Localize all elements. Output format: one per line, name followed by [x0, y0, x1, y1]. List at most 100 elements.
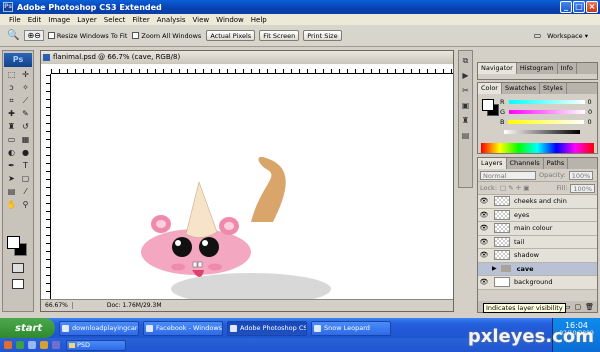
start-button[interactable]: start	[0, 318, 55, 338]
foreground-color[interactable]	[7, 236, 20, 249]
eyedropper-icon[interactable]: ⁄	[19, 186, 32, 198]
layer-row[interactable]: 👁 main colour	[478, 222, 597, 236]
task-snow-leopard[interactable]: Snow Leopard	[311, 320, 391, 336]
actions-panel-icon[interactable]: ▶	[460, 70, 471, 81]
screen-mode-icon[interactable]	[12, 279, 24, 289]
clone-source-icon[interactable]: ♜	[460, 115, 471, 126]
eye-icon[interactable]: 👁	[478, 211, 490, 219]
g-slider[interactable]	[509, 110, 586, 114]
workspace-menu[interactable]: Workspace ▾	[547, 32, 588, 40]
desktop-icon[interactable]	[28, 341, 36, 349]
tab-paths[interactable]: Paths	[544, 158, 569, 169]
layer-row[interactable]: 👁 tail	[478, 235, 597, 249]
eye-icon[interactable]: 👁	[478, 278, 490, 286]
eraser-tool-icon[interactable]: ▭	[5, 134, 18, 146]
layer-row-selected[interactable]: ▶ cave	[478, 262, 597, 276]
menu-edit[interactable]: Edit	[28, 16, 42, 24]
close-button[interactable]: ×	[586, 1, 598, 13]
tool-presets-icon[interactable]: ▣	[460, 100, 471, 111]
r-slider[interactable]	[508, 100, 585, 104]
tab-navigator[interactable]: Navigator	[478, 63, 517, 74]
app-icon[interactable]	[52, 341, 60, 349]
layer-comps-icon[interactable]: ▤	[460, 130, 471, 141]
zoom-all-windows-checkbox[interactable]: Zoom All Windows	[132, 32, 201, 40]
menu-window[interactable]: Window	[216, 16, 244, 24]
delete-layer-icon[interactable]: 🗑	[585, 303, 594, 311]
tab-histogram[interactable]: Histogram	[517, 63, 558, 74]
menu-image[interactable]: Image	[48, 16, 70, 24]
healing-brush-icon[interactable]: ✚	[5, 108, 18, 120]
hand-tool-icon[interactable]: ✋	[5, 199, 18, 211]
resize-windows-checkbox[interactable]: Resize Windows To Fit	[47, 32, 127, 40]
eye-icon[interactable]: 👁	[478, 224, 490, 232]
layer-row[interactable]: 👁 shadow	[478, 249, 597, 263]
k-slider[interactable]	[504, 130, 580, 134]
horizontal-ruler[interactable]	[51, 64, 453, 74]
canvas[interactable]	[51, 74, 453, 300]
tab-styles[interactable]: Styles	[540, 83, 567, 94]
eye-icon[interactable]: 👁	[478, 238, 490, 246]
zoom-tool-icon[interactable]: ⚲	[19, 199, 32, 211]
tab-info[interactable]: Info	[558, 63, 577, 74]
color-swatches[interactable]	[7, 236, 27, 256]
type-tool-icon[interactable]: T	[19, 160, 32, 172]
marquee-tool-icon[interactable]: ⬚	[5, 69, 18, 81]
vertical-ruler[interactable]	[41, 74, 51, 300]
task-facebook[interactable]: Facebook - Windows ...	[143, 320, 223, 336]
channel-r-value[interactable]: 0	[588, 98, 592, 106]
slice-tool-icon[interactable]: ⟋	[19, 95, 32, 107]
tab-color[interactable]: Color	[478, 83, 502, 94]
blur-tool-icon[interactable]: ◐	[5, 147, 18, 159]
tab-layers[interactable]: Layers	[478, 158, 507, 169]
lasso-tool-icon[interactable]: ↄ	[5, 82, 18, 94]
path-selection-icon[interactable]: ➤	[5, 173, 18, 185]
quick-mask-icon[interactable]	[12, 263, 24, 273]
pen-tool-icon[interactable]: ✒	[5, 160, 18, 172]
shape-tool-icon[interactable]: ▢	[19, 173, 32, 185]
notes-tool-icon[interactable]: ▤	[5, 186, 18, 198]
document-info[interactable]: Doc: 1.76M/29.3M	[103, 302, 166, 309]
menu-analysis[interactable]: Analysis	[157, 16, 186, 24]
lock-icons[interactable]: □ ✎ ✛ ▣	[500, 184, 529, 192]
magic-wand-icon[interactable]: ✧	[19, 82, 32, 94]
menu-help[interactable]: Help	[251, 16, 267, 24]
layer-row[interactable]: 👁 background	[478, 276, 597, 290]
b-slider[interactable]	[508, 120, 585, 124]
brushes-panel-icon[interactable]: ✂	[460, 85, 471, 96]
expand-arrow-icon[interactable]: ▶	[492, 265, 497, 272]
channel-g-value[interactable]: 0	[588, 108, 592, 116]
channel-b-value[interactable]: 0	[587, 118, 591, 126]
task-downloadplayingcard[interactable]: downloadplayingcard...	[59, 320, 139, 336]
layer-row[interactable]: 👁 cheeks and chin	[478, 195, 597, 209]
zoom-level[interactable]: 66.67%	[41, 302, 73, 309]
layer-row[interactable]: 👁 eyes	[478, 208, 597, 222]
task-psd-folder[interactable]: PSD	[66, 339, 126, 351]
minimize-button[interactable]: _	[560, 1, 572, 13]
zoom-in-icon[interactable]: ⊕⊖	[24, 30, 44, 41]
dodge-tool-icon[interactable]: ●	[19, 147, 32, 159]
clone-stamp-icon[interactable]: ♜	[5, 121, 18, 133]
menu-filter[interactable]: Filter	[132, 16, 149, 24]
color-spectrum[interactable]	[481, 143, 594, 153]
color-foreground-swatch[interactable]	[482, 99, 494, 111]
zoom-tool-icon[interactable]: 🔍	[7, 30, 19, 41]
maximize-button[interactable]: □	[573, 1, 585, 13]
eye-icon[interactable]: 👁	[478, 197, 490, 205]
fit-screen-button[interactable]: Fit Screen	[259, 30, 300, 41]
menu-file[interactable]: File	[9, 16, 21, 24]
crop-tool-icon[interactable]: ⌗	[5, 95, 18, 107]
history-panel-icon[interactable]: ⧉	[460, 55, 471, 66]
browser-icon[interactable]	[4, 341, 12, 349]
eye-icon[interactable]: 👁	[478, 251, 490, 259]
move-tool-icon[interactable]: ✛	[19, 69, 32, 81]
task-photoshop[interactable]: Adobe Photoshop CS3 ...	[227, 320, 307, 336]
opacity-field[interactable]: 100%	[568, 170, 594, 180]
media-icon[interactable]	[16, 341, 24, 349]
fill-field[interactable]: 100%	[570, 183, 595, 193]
document-title-bar[interactable]: flanimal.psd @ 66.7% (cave, RGB/8)	[41, 51, 453, 64]
menu-layer[interactable]: Layer	[77, 16, 97, 24]
tab-channels[interactable]: Channels	[507, 158, 544, 169]
actual-pixels-button[interactable]: Actual Pixels	[206, 30, 256, 41]
menu-view[interactable]: View	[193, 16, 210, 24]
blend-mode-select[interactable]: Normal	[480, 170, 536, 180]
